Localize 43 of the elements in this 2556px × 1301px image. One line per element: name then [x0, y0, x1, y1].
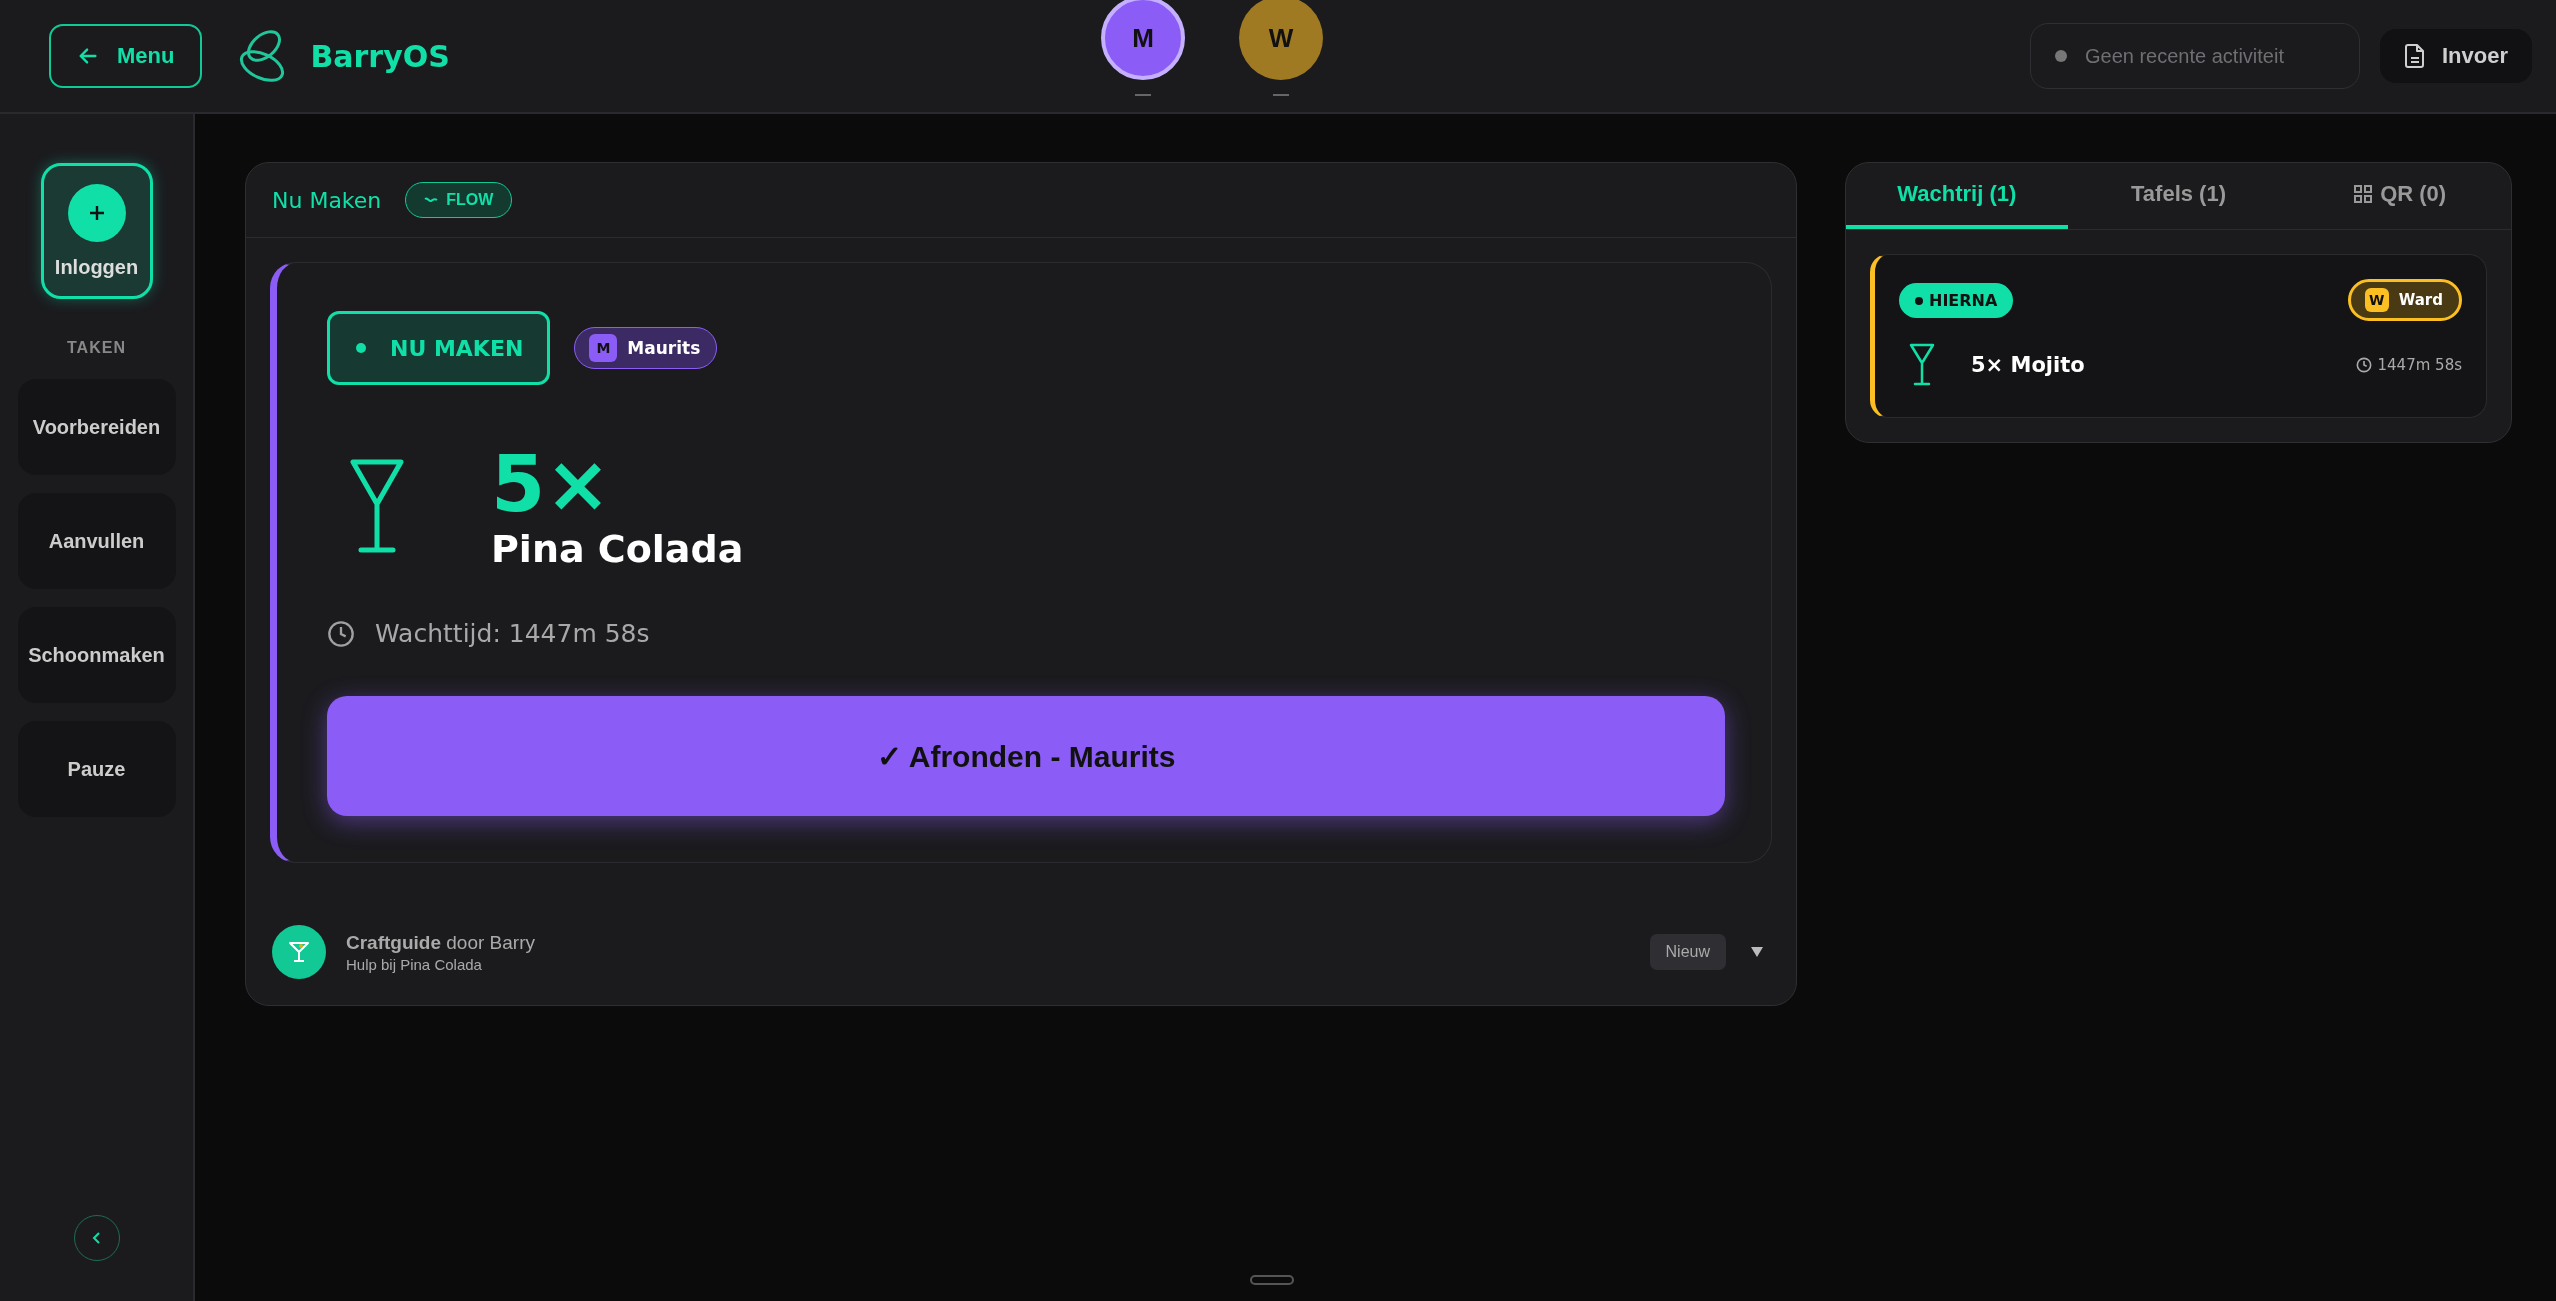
status-badge: NU MAKEN — [327, 311, 551, 385]
caret-icon — [1750, 946, 1764, 958]
status-dot-icon — [2054, 50, 2067, 62]
wait-time: Wachttijd: 1447m 58s — [375, 619, 650, 648]
clock-icon — [2355, 357, 2372, 373]
assignee-chip: W Ward — [2347, 279, 2462, 321]
task-button[interactable]: Pauze — [17, 721, 176, 817]
guide-subtitle: Hulp bij Pina Colada — [346, 955, 483, 973]
back-arrow-icon — [77, 45, 99, 67]
activity-text: Geen recente activiteit — [2084, 44, 2284, 68]
assignee-initial: M — [589, 334, 618, 362]
menu-button[interactable]: Menu — [49, 24, 203, 88]
user-avatar[interactable]: W — [1239, 0, 1323, 80]
grid-icon — [2354, 185, 2373, 203]
task-button[interactable]: Schoonmaken — [17, 607, 176, 703]
section-label: TAKEN — [67, 339, 126, 357]
queue-tab[interactable]: Tafels (1) — [2067, 163, 2290, 229]
guide-title: Craftguide door Barry — [346, 931, 536, 954]
cocktail-glass-icon — [1909, 343, 1935, 387]
assignee-chip: M Maurits — [574, 327, 718, 369]
cocktail-icon — [272, 925, 326, 979]
queue-tab[interactable]: Wachtrij (1) — [1846, 163, 2068, 229]
wave-icon — [424, 196, 439, 204]
wait-time: 1447m 58s — [2377, 356, 2462, 374]
user-avatar[interactable]: M — [1101, 0, 1185, 80]
new-badge: Nieuw — [1649, 934, 1726, 970]
order-item: 5× Mojito — [1971, 353, 2086, 377]
status-badge: HIERNA — [1899, 282, 2014, 318]
quantity: 5× — [491, 445, 612, 523]
brand-name: BarryOS — [310, 38, 450, 74]
finish-button[interactable]: ✓ Afronden - Maurits — [327, 696, 1725, 816]
login-button[interactable]: Inloggen — [40, 163, 153, 299]
drink-name: Pina Colada — [491, 527, 744, 571]
queue-tab[interactable]: QR (0) — [2289, 163, 2511, 229]
mode-badge: FLOW — [405, 182, 513, 218]
assignee-initial: W — [2364, 288, 2389, 312]
resize-handle[interactable] — [1250, 1275, 1294, 1285]
document-icon — [2403, 43, 2426, 69]
clock-icon — [327, 619, 355, 648]
panel-title: Nu Maken — [272, 187, 382, 213]
task-button[interactable]: Voorbereiden — [17, 379, 176, 475]
input-button[interactable]: Invoer — [2379, 29, 2532, 83]
task-button[interactable]: Aanvullen — [17, 493, 176, 589]
